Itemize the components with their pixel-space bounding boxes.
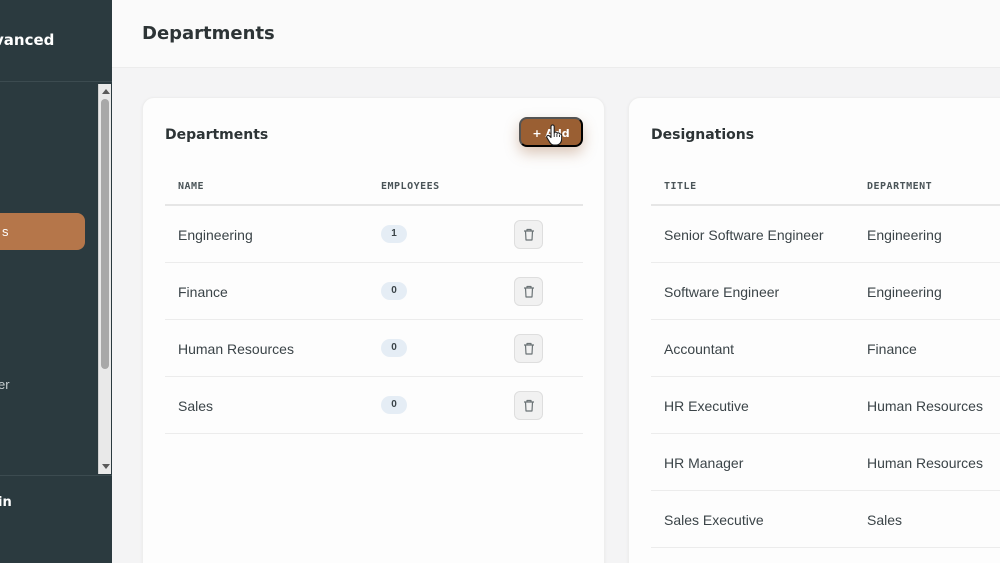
table-row: Human Resources 0 [165, 320, 583, 377]
table-row: HR Executive Human Resources [651, 377, 1000, 434]
table-row: Accountant Finance [651, 320, 1000, 377]
column-header-employees: EMPLOYEES [381, 181, 440, 192]
employee-count-badge: 0 [381, 396, 407, 414]
page-title: Departments [142, 23, 275, 44]
employee-count-badge: 0 [381, 282, 407, 300]
sidebar-item-active[interactable]: s [0, 213, 85, 250]
delete-button[interactable] [514, 391, 543, 420]
column-header-department: DEPARTMENT [867, 181, 933, 192]
top-bar: Departments [112, 0, 1000, 68]
delete-button[interactable] [514, 277, 543, 306]
employee-count-badge: 1 [381, 225, 407, 243]
designation-title: HR Executive [664, 398, 749, 414]
arrow-up-icon[interactable] [102, 89, 110, 94]
table-row: Sales 0 [165, 377, 583, 434]
designation-department: Engineering [867, 284, 942, 300]
delete-button[interactable] [514, 334, 543, 363]
column-header-name: NAME [178, 181, 205, 192]
sidebar-item-label: s [2, 224, 9, 239]
designation-title: Sales Executive [664, 512, 764, 528]
designation-department: Human Resources [867, 455, 983, 471]
hand-pointer-icon [546, 124, 562, 146]
trash-icon [524, 228, 534, 241]
designations-card: Designations TITLE DEPARTMENT Senior Sof… [628, 97, 1000, 563]
scrollbar-thumb[interactable] [101, 99, 109, 369]
department-name: Engineering [178, 227, 253, 243]
table-row: Engineering 1 [165, 206, 583, 263]
sidebar-item-partial[interactable]: er [0, 377, 10, 392]
designation-department: Sales [867, 512, 903, 528]
designations-card-title: Designations [651, 127, 755, 143]
arrow-down-icon[interactable] [102, 464, 110, 469]
sidebar-footer[interactable]: in [0, 475, 112, 563]
brand: vanced [0, 0, 112, 82]
table-row: Software Engineer Engineering [651, 263, 1000, 320]
designation-department: Engineering [867, 227, 942, 243]
table-row: Sales Executive Sales [651, 491, 1000, 548]
trash-icon [524, 285, 534, 298]
table-row: HR Manager Human Resources [651, 434, 1000, 491]
sidebar-scrollbar[interactable] [98, 84, 111, 474]
designation-department: Finance [867, 341, 917, 357]
department-name: Human Resources [178, 341, 294, 357]
departments-card-title: Departments [165, 127, 269, 143]
departments-card: Departments + Add NAME EMPLOYEES Enginee… [142, 97, 605, 563]
designation-department: Human Resources [867, 398, 983, 414]
table-row: Senior Software Engineer Engineering [651, 206, 1000, 263]
department-name: Finance [178, 284, 228, 300]
designation-title: Accountant [664, 341, 735, 357]
trash-icon [524, 342, 534, 355]
designation-title: Software Engineer [664, 284, 780, 300]
designation-title: Senior Software Engineer [664, 227, 824, 243]
department-name: Sales [178, 398, 214, 414]
sidebar: vanced s er in [0, 0, 112, 563]
sidebar-footer-label: in [0, 495, 12, 510]
employee-count-badge: 0 [381, 339, 407, 357]
designation-title: HR Manager [664, 455, 744, 471]
table-row: Finance 0 [165, 263, 583, 320]
delete-button[interactable] [514, 220, 543, 249]
trash-icon [524, 399, 534, 412]
column-header-title: TITLE [664, 181, 697, 192]
brand-name: vanced [0, 31, 55, 49]
